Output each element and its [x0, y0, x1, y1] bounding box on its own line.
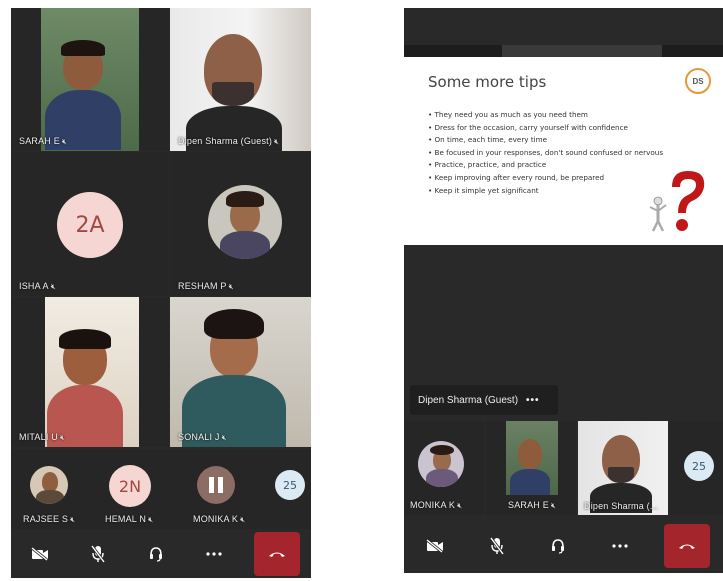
slide-bullet: • Practice, practice, and practice — [428, 160, 547, 170]
mic-off-icon: 🔇︎ — [70, 515, 76, 524]
more-icon[interactable] — [602, 528, 638, 564]
strip-overflow[interactable]: 25 — [261, 449, 311, 529]
participant-name: Dipen Sharma (... — [584, 501, 658, 511]
slide-bullet: • Dress for the occasion, carry yourself… — [428, 122, 628, 132]
slide-bullet: • Keep it simple yet significant — [428, 185, 539, 195]
slide-bullet: • They need you as much as you need them — [428, 110, 588, 119]
presenter-label[interactable]: Dipen Sharma (Guest) ••• — [410, 385, 558, 415]
hang-up-icon — [679, 544, 696, 549]
avatar-photo — [197, 466, 235, 504]
video-tile-isha-a[interactable]: 2A ISHA A 🔇︎ — [11, 152, 169, 296]
participant-name: MONIKA K 🔇︎ — [193, 514, 246, 524]
question-mark-figure-icon — [649, 171, 705, 232]
participant-name: RAJSEE S 🔇︎ — [23, 514, 76, 524]
camera-off-icon[interactable] — [417, 528, 453, 564]
mic-off-icon: 🔇︎ — [59, 433, 66, 442]
participant-name: Dipen Sharma (Guest) 🔇︎ — [178, 136, 280, 146]
presenter-name: Dipen Sharma (Guest) — [418, 394, 519, 406]
mic-off-icon[interactable] — [80, 536, 116, 572]
strip-tile-sarah-e[interactable]: SARAH E 🔇︎ — [486, 421, 576, 515]
participant-name: HEMAL N 🔇︎ — [105, 514, 154, 524]
mic-off-icon: 🔇︎ — [50, 282, 56, 291]
strip-tile-rajsee-s[interactable]: RAJSEE S 🔇︎ — [11, 449, 89, 529]
mic-off-icon: 🔇︎ — [148, 515, 154, 524]
slide-bullet: • On time, each time, every time — [428, 135, 548, 145]
avatar-photo — [208, 185, 282, 259]
strip-tile-monika-k[interactable]: MONIKA K 🔇︎ — [171, 449, 259, 529]
mic-off-icon: 🔇︎ — [550, 501, 557, 510]
participant-name: MITALI U 🔇︎ — [19, 432, 66, 442]
right-phone-screen: Some more tips DS • They need you as muc… — [404, 8, 723, 573]
hang-up-button[interactable] — [254, 532, 300, 576]
participant-name: SONALI J 🔇︎ — [178, 432, 227, 442]
strip-overflow[interactable]: 25 — [670, 421, 723, 515]
mic-off-icon: 🔇︎ — [457, 501, 463, 510]
avatar-initials: 2N — [109, 465, 151, 507]
participant-strip: RAJSEE S 🔇︎ 2N HEMAL N 🔇︎ MONIKA K 🔇︎ 25 — [11, 449, 311, 529]
video-tile-resham-p[interactable]: RESHAM P 🔇︎ — [170, 152, 311, 296]
strip-tile-monika-k[interactable]: MONIKA K 🔇︎ — [404, 421, 484, 515]
participant-name: MONIKA K 🔇︎ — [410, 500, 463, 510]
headset-icon[interactable] — [540, 528, 576, 564]
video-tile-sarah-e[interactable]: SARAH E 🔇︎ — [11, 8, 169, 151]
mic-off-icon: 🔇︎ — [61, 137, 68, 146]
participant-strip: MONIKA K 🔇︎ SARAH E 🔇︎ Dipen Sharma (... 2… — [404, 421, 723, 515]
headset-icon[interactable] — [138, 536, 174, 572]
hang-up-icon — [269, 552, 285, 557]
strip-tile-hemal-n[interactable]: 2N HEMAL N 🔇︎ — [91, 449, 169, 529]
slide-title: Some more tips — [428, 73, 547, 91]
ds-logo: DS — [685, 68, 711, 94]
slide-bullet: • Be focused in your responses, don't so… — [428, 147, 664, 157]
mic-off-icon: 🔇︎ — [228, 282, 234, 291]
mic-off-icon: 🔇︎ — [221, 433, 227, 442]
participant-name: SARAH E 🔇︎ — [19, 136, 68, 146]
participant-name: RESHAM P 🔇︎ — [178, 281, 234, 291]
more-options-icon[interactable]: ••• — [526, 395, 540, 406]
call-controls — [11, 532, 311, 576]
strip-tile-dipen-sharma[interactable]: Dipen Sharma (... — [578, 421, 668, 515]
call-controls — [404, 521, 723, 571]
participant-name: SARAH E 🔇︎ — [508, 500, 557, 510]
video-tile-dipen-sharma[interactable]: Dipen Sharma (Guest) 🔇︎ — [170, 8, 311, 151]
video-tile-sonali-j[interactable]: SONALI J 🔇︎ — [170, 297, 311, 447]
avatar-photo — [418, 441, 464, 487]
overflow-count: 25 — [684, 451, 714, 481]
participant-name: ISHA A 🔇︎ — [19, 281, 56, 291]
video-tile-mitali-u[interactable]: MITALI U 🔇︎ — [11, 297, 169, 447]
camera-off-icon[interactable] — [22, 536, 58, 572]
mic-off-icon[interactable] — [479, 528, 515, 564]
shared-presentation: Some more tips DS • They need you as muc… — [404, 57, 723, 245]
slide-bullets: • They need you as much as you need them… — [428, 109, 663, 197]
slide-top-bar — [404, 45, 723, 57]
slide-bullet: • Keep improving after every round, be p… — [428, 172, 605, 182]
mic-off-icon: 🔇︎ — [240, 515, 246, 524]
hang-up-button[interactable] — [664, 524, 711, 568]
mic-off-icon: 🔇︎ — [274, 137, 280, 146]
overflow-count: 25 — [275, 470, 305, 500]
avatar-photo — [30, 466, 68, 504]
left-phone-screen: SARAH E 🔇︎ Dipen Sharma (Guest) 🔇︎ 2A ISHA… — [11, 8, 311, 578]
more-icon[interactable] — [196, 536, 232, 572]
avatar-initials: 2A — [57, 192, 123, 258]
